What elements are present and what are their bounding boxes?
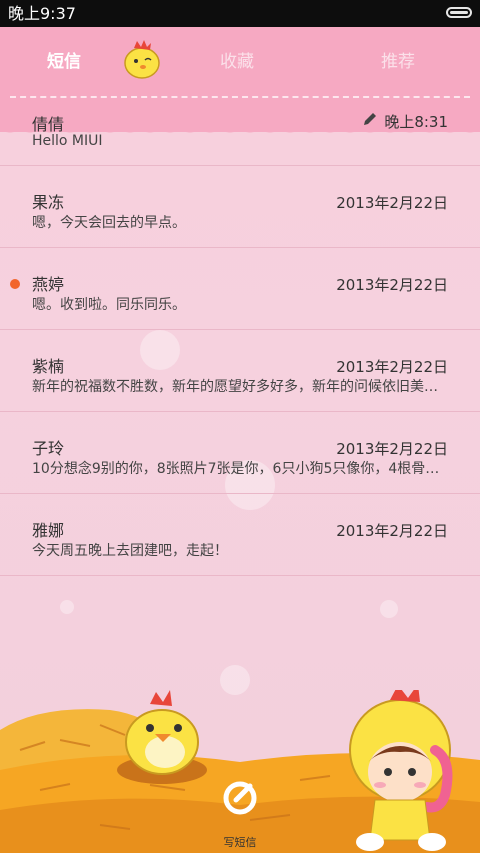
status-time: 晚上9:37 (8, 4, 76, 23)
conversation-row[interactable]: 雅娜 今天周五晚上去团建吧，走起！ 2013年2月22日 (0, 494, 480, 576)
battery-icon (446, 7, 472, 18)
message-preview: 嗯，今天会回去的早点。 (32, 215, 186, 231)
conversation-row[interactable]: 子玲 10分想念9别的你，8张照片7张是你，6只小狗5只像你，4根骨头… 201… (0, 412, 480, 494)
background-bubble (380, 600, 398, 618)
message-date: 晚上8:31 (364, 111, 448, 132)
tab-recommend[interactable]: 推荐 (381, 47, 415, 72)
message-preview: Hello MIUI (32, 133, 103, 149)
header-divider (10, 96, 470, 98)
contact-name: 紫楠 (32, 357, 65, 376)
message-date: 2013年2月22日 (336, 194, 448, 212)
message-date: 2013年2月22日 (336, 358, 448, 376)
hay-scene-illustration (0, 690, 480, 853)
status-bar: 晚上9:37 (0, 0, 480, 27)
message-date: 2013年2月22日 (336, 440, 448, 458)
contact-name: 子玲 (32, 439, 65, 458)
pencil-icon (364, 113, 377, 125)
message-preview: 10分想念9别的你，8张照片7张是你，6只小狗5只像你，4根骨头… (32, 461, 447, 477)
conversation-list: 倩倩 Hello MIUI 晚上8:31 果冻 嗯，今天会回去的早点。 2013… (0, 103, 480, 576)
unread-indicator (10, 279, 20, 289)
compose-icon[interactable] (222, 780, 258, 816)
conversation-row[interactable]: 燕婷 嗯。收到啦。同乐同乐。 2013年2月22日 (0, 248, 480, 330)
contact-name: 果冻 (32, 193, 65, 212)
background-bubble (60, 600, 74, 614)
message-date: 2013年2月22日 (336, 522, 448, 540)
chick-mascot-icon (124, 40, 160, 79)
conversation-row[interactable]: 紫楠 新年的祝福数不胜数，新年的愿望好多好多，新年的问候依旧美好… 2013年2… (0, 330, 480, 412)
date-text: 晚上8:31 (384, 113, 448, 131)
message-preview: 新年的祝福数不胜数，新年的愿望好多好多，新年的问候依旧美好… (32, 379, 447, 395)
message-preview: 嗯。收到啦。同乐同乐。 (32, 297, 186, 313)
message-preview: 今天周五晚上去团建吧，走起！ (32, 543, 228, 559)
conversation-row[interactable]: 果冻 嗯，今天会回去的早点。 2013年2月22日 (0, 166, 480, 248)
tab-sms[interactable]: 短信 (47, 47, 81, 72)
message-date: 2013年2月22日 (336, 276, 448, 294)
compose-button-label[interactable]: 写短信 (215, 834, 265, 850)
contact-name: 雅娜 (32, 521, 65, 540)
conversation-row[interactable]: 倩倩 Hello MIUI 晚上8:31 (0, 103, 480, 166)
contact-name: 倩倩 (32, 115, 65, 134)
tab-favorites[interactable]: 收藏 (220, 47, 254, 72)
contact-name: 燕婷 (32, 275, 65, 294)
